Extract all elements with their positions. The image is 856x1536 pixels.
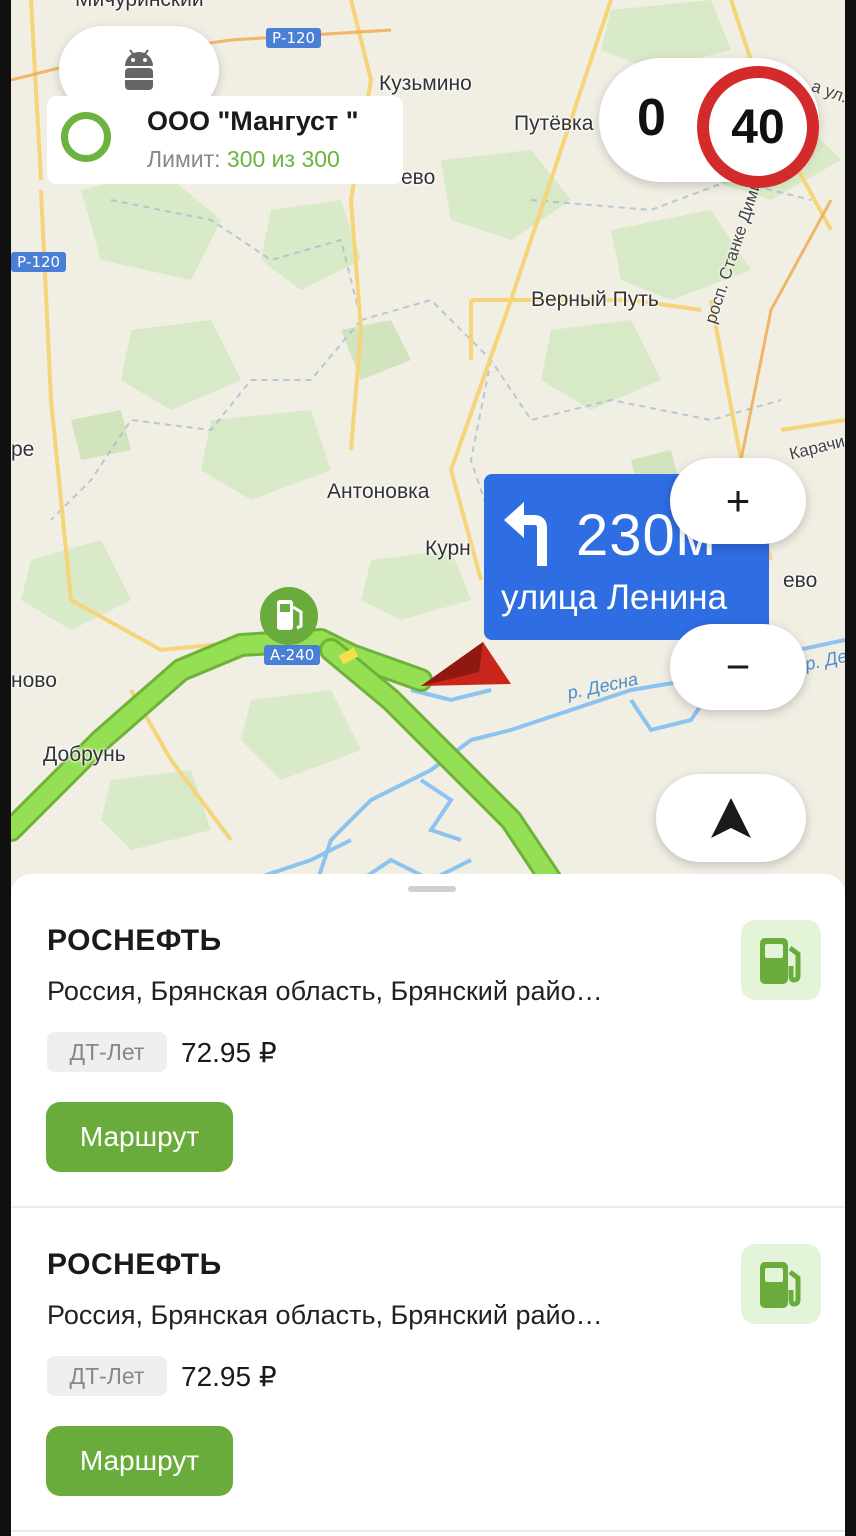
limit-label: Лимит: — [147, 146, 221, 172]
organization-card[interactable]: ООО "Мангуст " Лимит: 300 из 300 — [47, 96, 403, 184]
station-card[interactable]: РОСНЕФТЬ Россия, Брянская область, Брянс… — [11, 1198, 845, 1522]
speed-limit-value: 40 — [731, 100, 785, 154]
turn-left-icon — [504, 502, 547, 566]
navigator-screen: Мичуринский Кузьмино Путёвка ево Верный … — [11, 0, 845, 1536]
limit-text: Лимит: 300 из 300 — [147, 146, 340, 173]
map-place-label: Кузьмино — [379, 72, 472, 95]
map-place-label: Добрунь — [43, 743, 126, 766]
station-fuel-icon — [741, 920, 821, 1000]
stations-sheet[interactable]: РОСНЕФТЬ Россия, Брянская область, Брянс… — [11, 874, 845, 1536]
route-button[interactable]: Маршрут — [46, 1426, 233, 1496]
minus-icon: − — [725, 643, 751, 690]
zoom-out-button[interactable]: − — [670, 624, 806, 710]
map-place-label: ево — [783, 569, 818, 592]
plus-icon: + — [725, 477, 751, 524]
organization-name: ООО "Мангуст " — [147, 106, 359, 136]
road-sign: Р-120 — [266, 28, 322, 48]
road-sign: А-240 — [264, 645, 321, 665]
fuel-price: 72.95 ₽ — [181, 1361, 277, 1392]
divider — [11, 1530, 845, 1532]
station-name: РОСНЕФТЬ — [47, 1248, 222, 1281]
fuel-price: 72.95 ₽ — [181, 1037, 277, 1068]
station-fuel-icon — [741, 1244, 821, 1324]
location-arrow-icon — [711, 798, 751, 838]
map-place-label: Верный Путь — [531, 288, 659, 311]
station-address: Россия, Брянская область, Брянский райо… — [47, 976, 603, 1006]
map-place-label: Курн — [425, 537, 471, 560]
zoom-in-button[interactable]: + — [670, 458, 806, 544]
map-place-label: Путёвка — [514, 112, 594, 135]
map-place-label: ево — [401, 166, 436, 189]
speed-panel: 0 40 — [599, 58, 819, 188]
android-icon — [125, 49, 153, 90]
maneuver-street: улица Ленина — [501, 578, 728, 617]
road-sign: Р-120 — [11, 252, 67, 272]
station-name: РОСНЕФТЬ — [47, 924, 222, 957]
current-speed: 0 — [637, 89, 666, 147]
fuel-type-chip: ДТ-Лет — [47, 1032, 167, 1072]
limit-ring-icon — [61, 112, 111, 162]
station-address: Россия, Брянская область, Брянский райо… — [47, 1300, 603, 1330]
fuel-pump-icon — [760, 1262, 801, 1308]
fuel-pump-icon — [760, 938, 801, 984]
map-place-label: ново — [11, 669, 57, 692]
speed-limit-sign: 40 — [697, 66, 819, 188]
map-place-label: Антоновка — [327, 480, 430, 503]
map-place-label: Мичуринский — [75, 0, 204, 12]
fuel-type-chip: ДТ-Лет — [47, 1356, 167, 1396]
station-card[interactable]: РОСНЕФТЬ Россия, Брянская область, Брянс… — [11, 874, 845, 1198]
fuel-pump-icon[interactable] — [260, 587, 318, 645]
route-button[interactable]: Маршрут — [46, 1102, 233, 1172]
map-place-label: ре — [11, 438, 35, 461]
locate-button[interactable] — [656, 774, 806, 862]
limit-value: 300 из 300 — [226, 146, 340, 172]
